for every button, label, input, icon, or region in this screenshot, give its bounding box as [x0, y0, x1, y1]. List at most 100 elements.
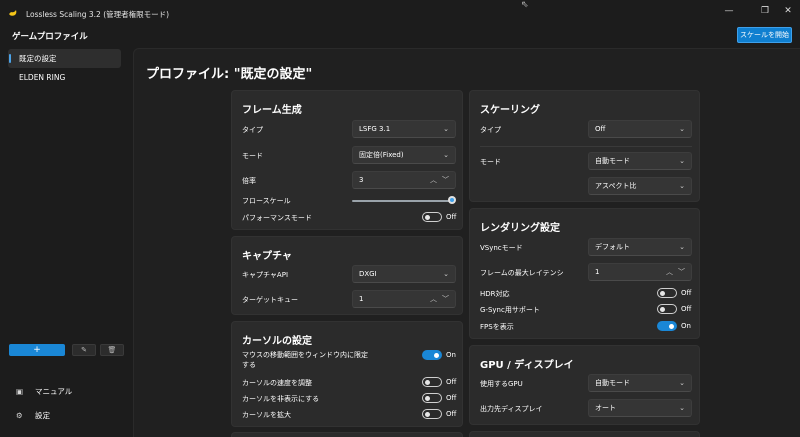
- chevron-down-icon: ⌄: [679, 379, 685, 387]
- cursor-hide-toggle[interactable]: [422, 393, 442, 403]
- gsync-label: G-Sync用サポート: [480, 306, 540, 314]
- max-latency-stepper[interactable]: 1 ︿ ﹀: [588, 263, 692, 281]
- cursor-hide-label: カーソルを非表示にする: [242, 395, 320, 403]
- book-icon: ▣: [16, 387, 24, 396]
- fps-state: On: [681, 322, 691, 330]
- edit-profile-button[interactable]: ✎: [72, 344, 96, 356]
- fps-label: FPSを表示: [480, 323, 514, 331]
- flow-scale-label: フロースケール: [242, 197, 291, 205]
- delete-profile-button[interactable]: 🗑: [100, 344, 124, 356]
- cursor-settings-card: カーソルの設定 マウスの移動範囲をウィンドウ内に限定する On カーソルの速度を…: [231, 321, 463, 427]
- fg-mode-value: 固定倍(Fixed): [359, 151, 404, 159]
- perf-mode-label: パフォーマンスモード: [242, 214, 312, 222]
- gear-icon: ⚙: [16, 411, 23, 420]
- gpu-select[interactable]: 自動モード ⌄: [588, 374, 692, 392]
- cursor-speed-label: カーソルの速度を調整: [242, 379, 312, 387]
- nav-settings[interactable]: ⚙ 設定: [16, 410, 50, 421]
- toggle-knob: [669, 323, 674, 329]
- maximize-button[interactable]: ❐: [753, 4, 777, 18]
- window-title: Lossless Scaling 3.2 (管理者権限モード): [26, 10, 170, 19]
- gpu-value: 自動モード: [595, 379, 630, 387]
- toggle-knob: [660, 290, 665, 296]
- hdr-toggle[interactable]: [657, 288, 677, 298]
- chevron-down-icon[interactable]: ﹀: [678, 264, 685, 280]
- mouse-cursor-icon: ⇖: [521, 0, 529, 10]
- next-card-edge: [231, 432, 463, 437]
- toggle-knob: [425, 214, 430, 220]
- fps-toggle[interactable]: [657, 321, 677, 331]
- header-title: ゲームプロファイル: [12, 32, 88, 42]
- chevron-down-icon: ⌄: [679, 157, 685, 165]
- scaling-type-value: Off: [595, 125, 606, 133]
- display-value: オート: [595, 404, 616, 412]
- rendering-title: レンダリング設定: [480, 223, 560, 234]
- close-button[interactable]: ✕: [776, 4, 800, 18]
- cursor-settings-title: カーソルの設定: [242, 336, 312, 347]
- vsync-label: VSyncモード: [480, 244, 523, 252]
- cursor-clip-state: On: [446, 351, 456, 359]
- capture-api-label: キャプチャAPI: [242, 271, 289, 279]
- target-queue-stepper[interactable]: 1 ︿ ﹀: [352, 290, 456, 308]
- scaling-mode-select[interactable]: 自動モード ⌄: [588, 152, 692, 170]
- capture-card: キャプチャ キャプチャAPI DXGI ⌄ ターゲットキュー 1 ︿ ﹀: [231, 236, 463, 315]
- gpu-display-card: GPU / ディスプレイ 使用するGPU 自動モード ⌄ 出力先ディスプレイ オー…: [469, 345, 700, 425]
- chevron-down-icon: ⌄: [443, 270, 449, 278]
- capture-api-select[interactable]: DXGI ⌄: [352, 265, 456, 283]
- chevron-down-icon[interactable]: ﹀: [442, 172, 449, 188]
- max-latency-label: フレームの最大レイテンシ: [480, 269, 564, 277]
- aspect-ratio-select[interactable]: アスペクト比 ⌄: [588, 177, 692, 195]
- chevron-up-icon[interactable]: ︿: [430, 291, 437, 307]
- vsync-select[interactable]: デフォルト ⌄: [588, 238, 692, 256]
- start-scaling-button[interactable]: スケールを開始: [737, 27, 792, 43]
- add-profile-button[interactable]: +: [9, 344, 65, 356]
- display-label: 出力先ディスプレイ: [480, 405, 543, 413]
- cursor-scale-toggle[interactable]: [422, 409, 442, 419]
- max-latency-value: 1: [595, 268, 600, 276]
- capture-api-value: DXGI: [359, 270, 377, 278]
- gsync-toggle[interactable]: [657, 304, 677, 314]
- trash-icon: 🗑: [107, 346, 117, 354]
- fg-mode-label: モード: [242, 152, 263, 160]
- fg-type-select[interactable]: LSFG 3.1 ⌄: [352, 120, 456, 138]
- cursor-scale-state: Off: [446, 410, 457, 418]
- flow-scale-slider[interactable]: [352, 200, 452, 202]
- app-logo-icon: [9, 10, 17, 16]
- scaling-mode-label: モード: [480, 158, 501, 166]
- cursor-clip-label: マウスの移動範囲をウィンドウ内に限定する: [242, 351, 368, 369]
- target-queue-label: ターゲットキュー: [242, 296, 298, 304]
- toggle-knob: [434, 352, 439, 358]
- cursor-clip-toggle[interactable]: [422, 350, 442, 360]
- fg-multiplier-stepper[interactable]: 3 ︿ ﹀: [352, 171, 456, 189]
- scaling-divider: [480, 146, 692, 147]
- nav-manual-label: マニュアル: [35, 387, 73, 396]
- aspect-ratio-value: アスペクト比: [595, 182, 637, 190]
- toggle-knob: [660, 306, 665, 312]
- display-select[interactable]: オート ⌄: [588, 399, 692, 417]
- minimize-button[interactable]: —: [717, 4, 741, 18]
- cursor-speed-state: Off: [446, 378, 457, 386]
- sidebar-item-label: 既定の設定: [19, 54, 57, 63]
- target-queue-value: 1: [359, 295, 364, 303]
- perf-mode-toggle[interactable]: [422, 212, 442, 222]
- title-bar: Lossless Scaling 3.2 (管理者権限モード) ⇖ — ❐ ✕: [0, 0, 800, 26]
- fg-mode-select[interactable]: 固定倍(Fixed) ⌄: [352, 146, 456, 164]
- chevron-down-icon[interactable]: ﹀: [442, 291, 449, 307]
- page-title: プロファイル: "既定の設定": [146, 67, 313, 82]
- cursor-speed-toggle[interactable]: [422, 377, 442, 387]
- fg-multiplier-label: 倍率: [242, 177, 256, 185]
- scaling-type-select[interactable]: Off ⌄: [588, 120, 692, 138]
- hdr-label: HDR対応: [480, 290, 510, 298]
- scaling-mode-value: 自動モード: [595, 157, 630, 165]
- sidebar-item-default-profile[interactable]: 既定の設定: [8, 49, 121, 68]
- capture-title: キャプチャ: [242, 251, 292, 262]
- nav-manual[interactable]: ▣ マニュアル: [16, 386, 72, 397]
- scaling-title: スケーリング: [480, 105, 540, 116]
- chevron-up-icon[interactable]: ︿: [430, 172, 437, 188]
- cursor-hide-state: Off: [446, 394, 457, 402]
- rendering-card: レンダリング設定 VSyncモード デフォルト ⌄ フレームの最大レイテンシ 1 ︿…: [469, 208, 700, 339]
- sidebar-item-elden-ring[interactable]: ELDEN RING: [8, 68, 121, 87]
- frame-generation-card: フレーム生成 タイプ LSFG 3.1 ⌄ モード 固定倍(Fixed) ⌄ 倍率 …: [231, 90, 463, 230]
- flow-scale-slider-thumb[interactable]: [448, 196, 456, 204]
- chevron-up-icon[interactable]: ︿: [666, 264, 673, 280]
- sidebar-item-label: ELDEN RING: [19, 73, 66, 82]
